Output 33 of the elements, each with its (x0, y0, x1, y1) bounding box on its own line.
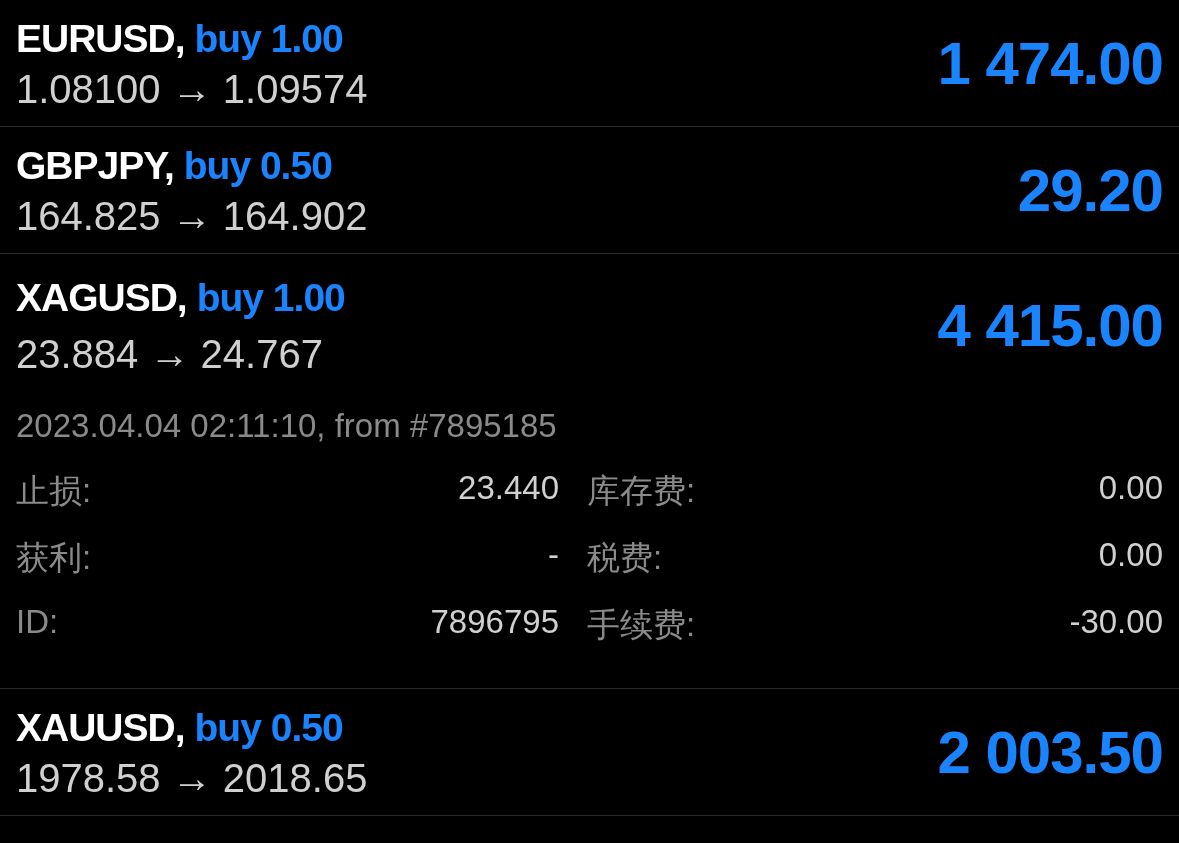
order-type: buy 1.00 (196, 276, 345, 320)
field-value: 7896795 (429, 603, 559, 642)
field-value: -30.00 (1068, 603, 1163, 642)
price-range: 1978.58 → 2018.65 (16, 755, 368, 801)
profit-value: 29.20 (1017, 155, 1163, 225)
profit-value: 4 415.00 (937, 291, 1163, 360)
order-type: buy 0.50 (194, 705, 343, 750)
symbol-name: GBPJPY, (16, 143, 174, 188)
price-range: 164.825 → 164.902 (16, 193, 368, 239)
symbol-name: EURUSD, (16, 16, 185, 61)
price-range: 1.08100 → 1.09574 (16, 66, 368, 112)
symbol-name: XAUUSD, (16, 705, 185, 750)
field-value: 0.00 (1097, 469, 1163, 508)
position-row[interactable]: EURUSD, buy 1.00 1.08100 → 1.09574 1 474.00 (0, 0, 1179, 127)
field-label: 止损: (16, 471, 92, 511)
symbol-name: XAGUSD, (16, 276, 187, 320)
field-value: 23.440 (457, 469, 559, 508)
field-value: - (547, 536, 559, 575)
profit-value: 2 003.50 (937, 717, 1163, 787)
profit-value: 1 474.00 (937, 28, 1163, 98)
field-label: 获利: (16, 538, 92, 578)
order-type: buy 0.50 (183, 143, 332, 188)
field-label: 税费: (587, 538, 664, 578)
position-row[interactable]: XAGUSD, buy 1.00 23.884 → 24.767 4 415.00 2023.04.04 02:11:10, from #7895185 止损: 23.440 库存费: 0.00 获利: - 税费: 0.00 ID: 7896795 手续费: -30.00 (0, 254, 1179, 689)
field-label: 库存费: (587, 471, 696, 511)
field-value: 0.00 (1097, 536, 1163, 575)
price-range: 23.884 → 24.767 (16, 332, 324, 377)
field-label: ID: (16, 603, 60, 642)
field-label: 手续费: (587, 605, 696, 645)
position-row[interactable]: XAUUSD, buy 0.50 1978.58 → 2018.65 2 003.50 (0, 689, 1179, 816)
order-type: buy 1.00 (194, 16, 343, 61)
position-row[interactable]: GBPJPY, buy 0.50 164.825 → 164.902 29.20 (0, 127, 1179, 254)
open-time: 2023.04.04 02:11:10, from #7895185 (16, 407, 558, 445)
